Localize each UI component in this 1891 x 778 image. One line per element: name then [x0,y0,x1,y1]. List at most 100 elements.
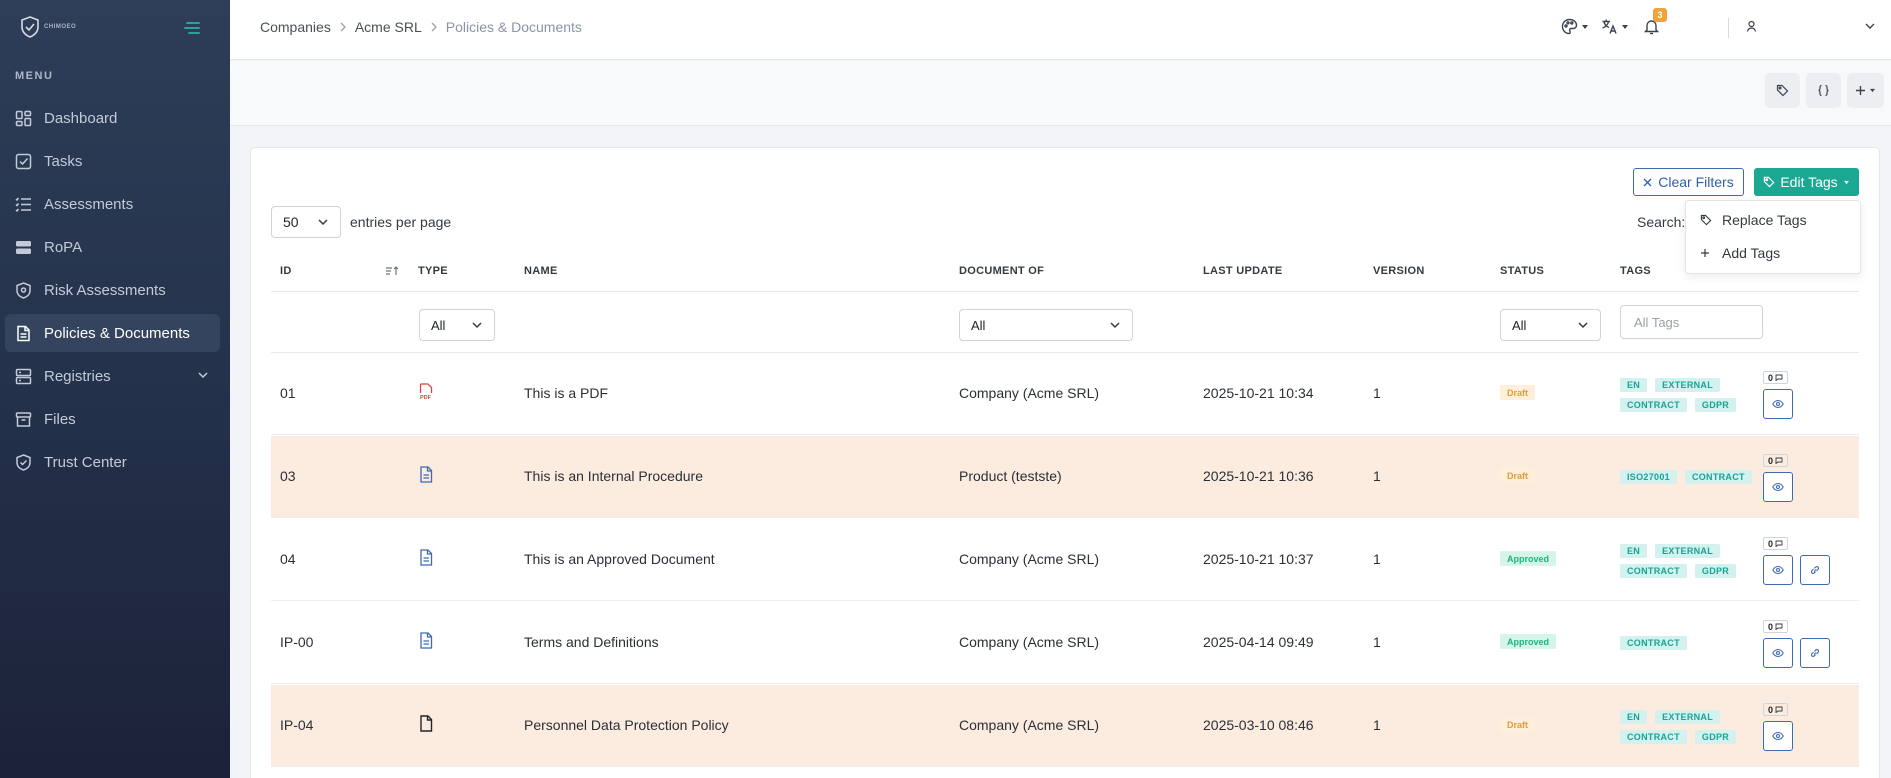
cell-name[interactable]: This is an Approved Document [524,551,715,567]
cell-version: 1 [1373,468,1381,484]
sidebar-item-tasks[interactable]: Tasks [5,142,220,180]
breadcrumb-company[interactable]: Acme SRL [355,19,422,35]
language-switcher[interactable] [1601,18,1629,35]
table-row[interactable]: IP-04 Personnel Data Protection Policy C… [271,685,1859,767]
sidebar-item-registries[interactable]: Registries [5,357,220,395]
chevron-right-icon [431,22,437,32]
type-filter-select[interactable]: All [419,309,495,341]
code-button[interactable] [1806,73,1841,108]
svg-text:PDF: PDF [420,395,432,400]
edit-tags-button[interactable]: Edit Tags [1754,168,1859,196]
column-header-tags[interactable]: TAGS [1620,265,1651,277]
topbar-divider [1728,18,1729,38]
view-button[interactable] [1763,638,1793,668]
share-link-button[interactable] [1800,555,1830,585]
chevron-down-icon [1110,322,1120,329]
shield-icon [16,281,31,299]
notification-badge: 3 [1653,8,1667,22]
cell-id: IP-04 [280,717,314,733]
app-logo[interactable]: CHIMOEO [20,16,76,38]
sidebar-item-label: Policies & Documents [44,324,190,342]
tag-badge: EN [1620,378,1648,392]
entries-per-page-select[interactable]: 50 [271,206,341,238]
sidebar-item-ropa[interactable]: RoPA [5,228,220,266]
tags-filter-input[interactable]: All Tags [1620,305,1763,339]
blank-file-icon [420,715,433,732]
tag-badge: GDPR [1694,730,1737,744]
ropa-icon [16,240,31,254]
chevron-down-icon [198,372,208,379]
sidebar-item-label: Risk Assessments [44,281,166,299]
column-header-last-update[interactable]: LAST UPDATE [1203,265,1282,277]
table-row[interactable]: 03 This is an Internal Procedure Product… [271,436,1859,518]
document-of-filter-select[interactable]: All [959,309,1133,341]
view-button[interactable] [1763,472,1793,502]
column-header-version[interactable]: VERSION [1373,265,1425,277]
tag-badge: CONTRACT [1620,398,1687,412]
column-header-status[interactable]: STATUS [1500,265,1544,277]
sidebar-item-dashboard[interactable]: Dashboard [5,99,220,137]
comments-count[interactable]: 0 [1763,454,1788,467]
cell-name[interactable]: This is a PDF [524,385,608,401]
chevron-down-icon [1578,322,1588,329]
clear-filters-button[interactable]: Clear Filters [1633,168,1744,196]
tags-list: ISO27001 CONTRACT [1620,470,1760,484]
chevron-down-icon [318,219,328,226]
notifications-button[interactable]: 3 [1643,8,1667,35]
user-avatar[interactable] [1743,18,1760,35]
sidebar-item-assessments[interactable]: Assessments [5,185,220,223]
tag-badge: EN [1620,544,1648,558]
comment-icon [1775,540,1783,547]
view-button[interactable] [1763,721,1793,751]
view-button[interactable] [1763,389,1793,419]
cell-name[interactable]: This is an Internal Procedure [524,468,703,484]
comments-count[interactable]: 0 [1763,371,1788,384]
link-icon [1810,566,1820,574]
comment-icon [1775,374,1783,381]
column-header-type[interactable]: TYPE [418,265,448,277]
add-tags-item[interactable]: Add Tags [1700,245,1780,261]
sidebar-item-risk-assessments[interactable]: Risk Assessments [5,271,220,309]
share-link-button[interactable] [1800,638,1830,668]
replace-tags-item[interactable]: Replace Tags [1700,212,1807,228]
table-row[interactable]: 04 This is an Approved Document Company … [271,519,1859,601]
add-button[interactable] [1847,73,1884,108]
breadcrumb-companies[interactable]: Companies [260,19,331,35]
comments-count[interactable]: 0 [1763,703,1788,716]
tag-badge: EXTERNAL [1655,378,1721,392]
sidebar-item-label: Registries [44,367,111,385]
column-header-name[interactable]: NAME [524,265,558,277]
page-header [230,61,1891,126]
comments-count[interactable]: 0 [1763,537,1788,550]
sidebar-item-policies-documents[interactable]: Policies & Documents [5,314,220,352]
sort-ascending-icon[interactable] [385,265,399,277]
sidebar-item-trust-center[interactable]: Trust Center [5,443,220,481]
user-icon [1746,20,1757,32]
cell-document-of: Product (testste) [959,468,1062,484]
chevron-right-icon [340,22,346,32]
cell-last-update: 2025-10-21 10:36 [1203,468,1314,484]
close-icon [1643,178,1652,186]
status-filter-select[interactable]: All [1500,309,1601,341]
eye-icon [1772,482,1784,492]
tag-badge: CONTRACT [1684,470,1752,484]
comments-count[interactable]: 0 [1763,620,1788,633]
theme-switcher[interactable] [1561,18,1589,35]
tags-list: EN EXTERNAL CONTRACT GDPR [1620,710,1750,744]
entries-value: 50 [283,214,299,230]
cell-name[interactable]: Personnel Data Protection Policy [524,717,729,733]
documents-card: Clear Filters Edit Tags Replace Tags Add… [250,147,1880,778]
menu-toggle-icon[interactable] [184,21,200,35]
table-row[interactable]: IP-00 Terms and Definitions Company (Acm… [271,602,1859,684]
view-button[interactable] [1763,555,1793,585]
tags-button[interactable] [1765,73,1800,108]
sidebar-item-files[interactable]: Files [5,400,220,438]
column-header-id[interactable]: ID [280,265,292,277]
chevron-down-icon [1865,23,1875,29]
column-header-document-of[interactable]: DOCUMENT OF [959,265,1044,277]
comment-icon [1775,457,1783,464]
table-row[interactable]: 01 PDF This is a PDF Company (Acme SRL) … [271,353,1859,435]
status-badge: Draft [1500,717,1536,732]
user-menu-toggle[interactable] [1865,22,1875,30]
cell-name[interactable]: Terms and Definitions [524,634,659,650]
